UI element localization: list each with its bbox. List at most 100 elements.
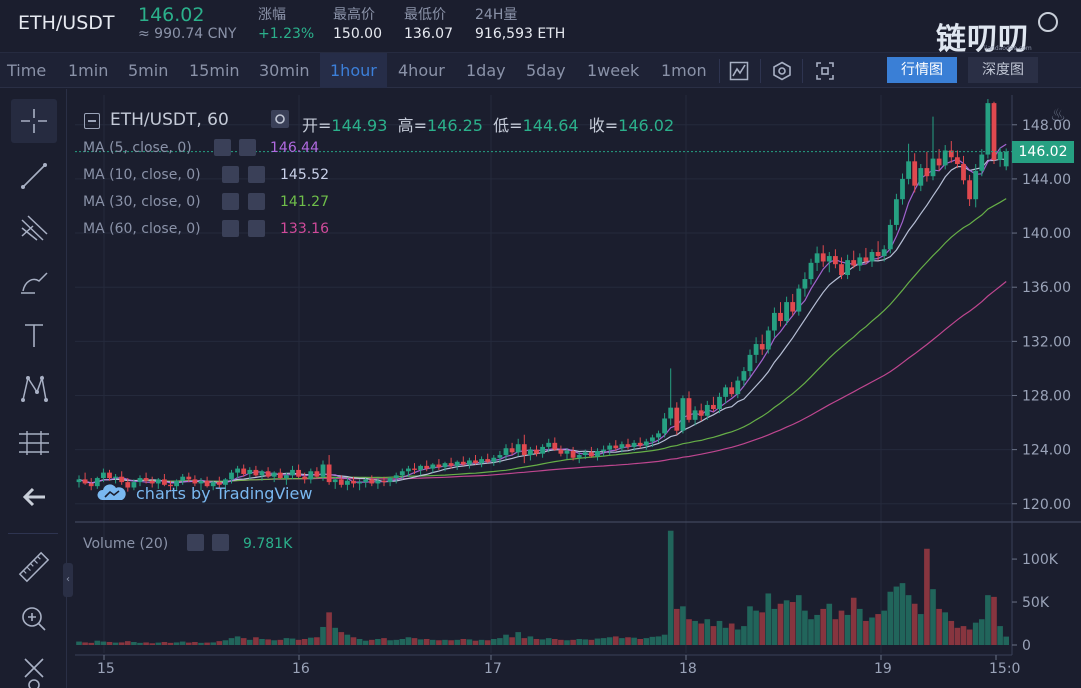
- interval-1day[interactable]: 1day: [466, 53, 506, 88]
- interval-5day[interactable]: 5day: [526, 53, 566, 88]
- volume-bar: [899, 583, 906, 645]
- candle-body: [320, 464, 326, 477]
- candle-body: [924, 168, 930, 177]
- candle-body: [393, 475, 399, 479]
- volume-bar: [997, 626, 1003, 645]
- candle-body: [912, 161, 918, 186]
- interval-1hour[interactable]: 1hour: [320, 53, 387, 88]
- volume-bar: [972, 622, 979, 645]
- fullscreen-icon[interactable]: [815, 61, 835, 81]
- candle-body: [155, 479, 161, 484]
- magnet-tool[interactable]: [11, 651, 57, 688]
- volume-bar: [643, 638, 650, 645]
- volume-bar: [350, 637, 357, 645]
- ma30-close-icon[interactable]: [248, 193, 265, 210]
- settings-gear-icon[interactable]: [271, 110, 289, 128]
- candle-body: [942, 150, 948, 166]
- candle-body: [247, 469, 253, 474]
- volume-bar: [631, 637, 637, 645]
- pattern-tool[interactable]: [11, 366, 57, 410]
- collapse-legend-icon[interactable]: [84, 113, 100, 129]
- ma10-settings-icon[interactable]: [222, 166, 239, 183]
- brand-mark-icon: [1038, 12, 1058, 32]
- price-chart[interactable]: 148.00 144.00 140.00 136.00 132.00 128.00 124.…: [67, 89, 1081, 688]
- candle-body: [302, 476, 308, 480]
- volume-bar: [472, 640, 479, 645]
- interval-15min[interactable]: 15min: [189, 53, 240, 88]
- candle-body: [552, 442, 558, 450]
- volume-close-icon[interactable]: [212, 534, 229, 551]
- candle-body: [650, 437, 655, 442]
- back-tool[interactable]: [11, 475, 57, 519]
- ma30-settings-icon[interactable]: [222, 193, 239, 210]
- price-tick-label: 136.00: [1022, 280, 1071, 296]
- interval-30min[interactable]: 30min: [259, 53, 310, 88]
- interval-time[interactable]: Time: [7, 53, 46, 88]
- interval-5min[interactable]: 5min: [128, 53, 168, 88]
- volume-bar: [991, 596, 997, 645]
- volume-bar: [753, 610, 759, 645]
- candle-body: [619, 444, 625, 449]
- depth-chart-button[interactable]: 深度图: [968, 57, 1038, 83]
- volume-bar: [710, 626, 717, 645]
- ma10-close-icon[interactable]: [248, 166, 265, 183]
- candle-body: [637, 442, 643, 446]
- zoom-tool[interactable]: [11, 597, 57, 641]
- volume-value: 916,593 ETH: [475, 26, 566, 42]
- volume-bar: [179, 641, 186, 645]
- volume-bar: [118, 642, 125, 645]
- text-tool[interactable]: [11, 313, 57, 357]
- volume-bar: [253, 637, 259, 645]
- tradingview-watermark[interactable]: charts by TradingView: [136, 484, 312, 503]
- candle-body: [875, 252, 881, 257]
- low-label-legend: 低=: [493, 116, 523, 135]
- close-label-legend: 收=: [588, 116, 619, 135]
- ma60-close-icon[interactable]: [248, 220, 265, 237]
- candle-body: [808, 262, 814, 280]
- pair-name[interactable]: ETH/USDT: [18, 12, 115, 34]
- volume-bar: [619, 638, 625, 645]
- candle-body: [833, 256, 838, 265]
- low-label: 最低价: [404, 7, 446, 23]
- candle-body: [564, 450, 570, 454]
- volume-bar: [277, 639, 284, 645]
- measure-tool[interactable]: [11, 421, 57, 465]
- close-value-legend: 146.02: [618, 116, 675, 135]
- volume-bar: [521, 638, 528, 645]
- candle-body: [399, 471, 405, 476]
- ma5-close-icon[interactable]: [239, 139, 256, 156]
- ma5-settings-icon[interactable]: [214, 139, 231, 156]
- volume-bar: [94, 640, 101, 645]
- candle-body: [692, 410, 698, 420]
- candle-body: [997, 151, 1003, 160]
- market-chart-button[interactable]: 行情图: [887, 57, 957, 83]
- interval-1min[interactable]: 1min: [68, 53, 108, 88]
- indicators-icon[interactable]: [772, 61, 792, 81]
- candle-body: [589, 452, 594, 457]
- change-value: +1.23%: [258, 26, 315, 42]
- chart-type-icon[interactable]: [729, 61, 749, 81]
- candle-body: [582, 452, 588, 456]
- volume-settings-icon[interactable]: [187, 534, 204, 551]
- volume-bar: [192, 641, 198, 645]
- fib-tool[interactable]: [11, 206, 57, 250]
- low-value: 136.07: [404, 26, 453, 42]
- toolbar-divider: [719, 59, 720, 83]
- trendline-tool[interactable]: [11, 153, 57, 197]
- interval-4hour[interactable]: 4hour: [398, 53, 445, 88]
- volume-bar: [875, 614, 881, 645]
- volume-bar: [655, 636, 662, 645]
- brush-tool[interactable]: [11, 259, 57, 303]
- candle-body: [351, 480, 356, 484]
- ma60-settings-icon[interactable]: [222, 220, 239, 237]
- candle-body: [631, 442, 637, 447]
- volume-bar: [838, 610, 845, 645]
- interval-1mon[interactable]: 1mon: [661, 53, 707, 88]
- volume-bar: [686, 619, 692, 645]
- interval-1week[interactable]: 1week: [587, 53, 639, 88]
- candle-body: [643, 441, 649, 446]
- volume-legend-label: Volume (20): [83, 536, 169, 552]
- crosshair-tool[interactable]: [11, 99, 57, 143]
- toolbar-divider: [802, 59, 803, 83]
- ruler-tool[interactable]: [11, 545, 57, 589]
